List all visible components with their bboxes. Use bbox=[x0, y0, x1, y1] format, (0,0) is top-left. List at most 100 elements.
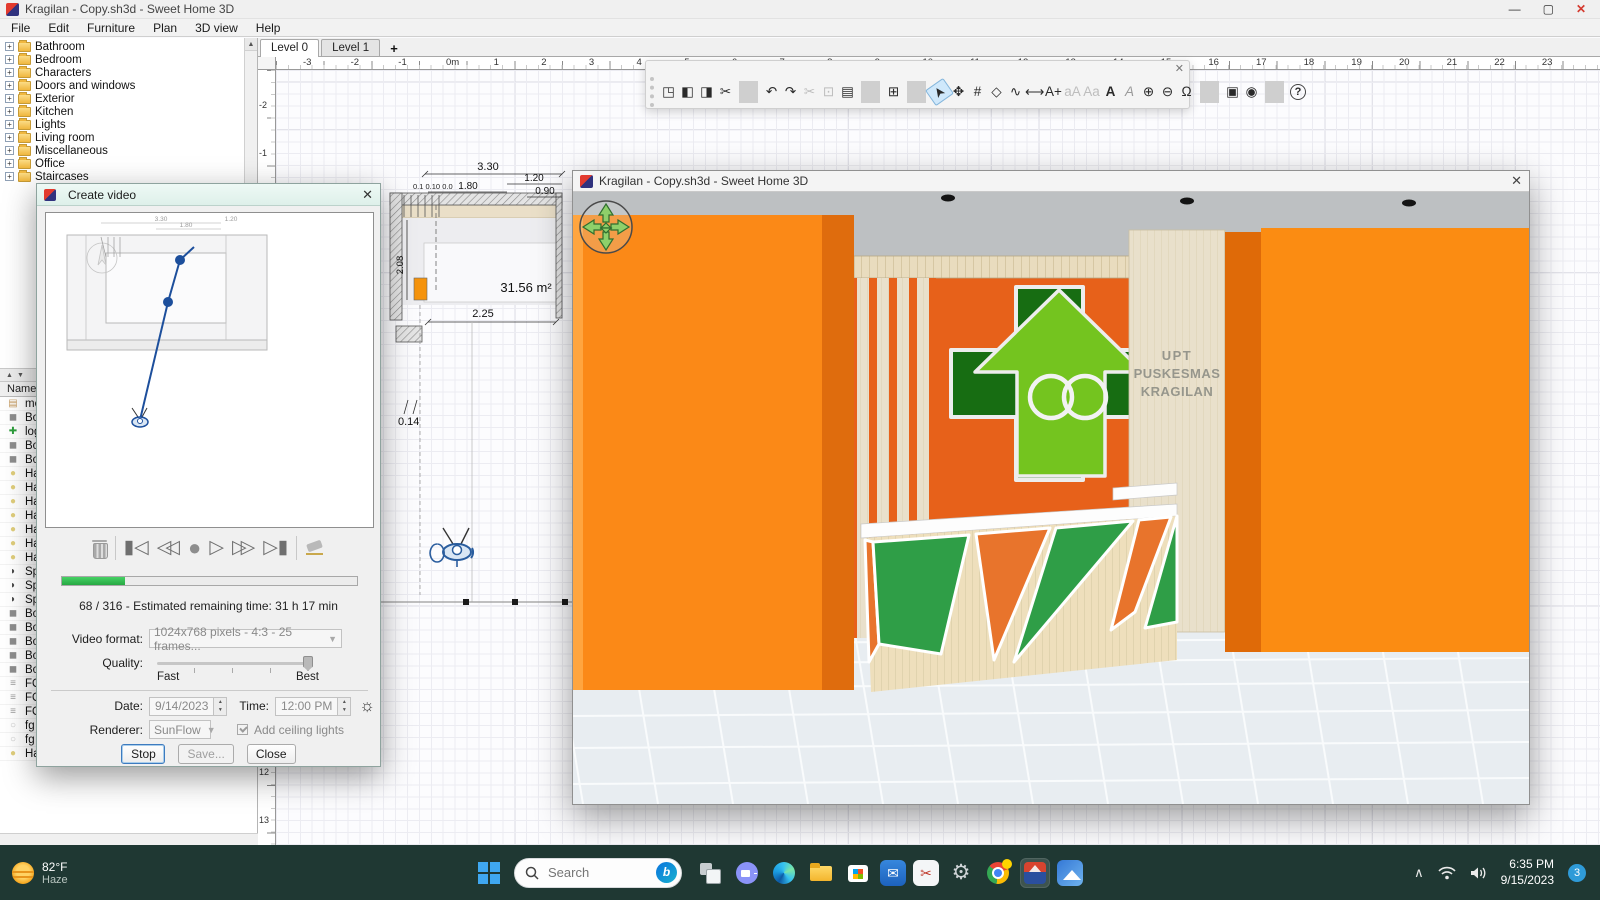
fast-forward-button[interactable]: ▷▷ bbox=[232, 536, 255, 560]
rewind-button[interactable]: ◁◁ bbox=[157, 536, 180, 560]
catalog-category[interactable]: Kitchen bbox=[0, 105, 245, 118]
3d-window-close-button[interactable]: ✕ bbox=[1511, 173, 1522, 189]
snipping-tool-icon[interactable]: ✂ bbox=[913, 860, 939, 886]
catalog-category[interactable]: Miscellaneous bbox=[0, 144, 245, 157]
menu-item[interactable]: Help bbox=[247, 21, 290, 35]
spinner[interactable]: ▲▼ bbox=[213, 698, 226, 715]
3d-scene-canvas[interactable]: UPT PUSKESMAS KRAGILAN bbox=[573, 192, 1529, 804]
expand-icon[interactable] bbox=[5, 107, 14, 116]
task-view-icon[interactable] bbox=[695, 858, 725, 888]
help-icon[interactable]: ? bbox=[1290, 84, 1306, 100]
toolbar-button[interactable] bbox=[1200, 81, 1219, 103]
slider-thumb[interactable] bbox=[303, 656, 313, 671]
scroll-up-icon[interactable]: ▲ bbox=[245, 38, 257, 51]
camera-path-point[interactable] bbox=[175, 255, 185, 265]
close-button[interactable]: ✕ bbox=[1576, 2, 1586, 16]
video-preview-plan[interactable]: 3.30 1.80 1.20 bbox=[45, 212, 374, 528]
zoom-in-icon[interactable]: ⊕ bbox=[1139, 81, 1158, 103]
3d-navigation-compass[interactable] bbox=[580, 201, 632, 253]
undo-icon[interactable]: ↶ bbox=[762, 81, 781, 103]
plan-edit-icon[interactable]: ✂ bbox=[716, 81, 735, 103]
maximize-button[interactable]: ▢ bbox=[1543, 2, 1554, 16]
create-dimension-icon[interactable]: ⟷ bbox=[1025, 81, 1044, 103]
create-rooms-icon[interactable]: ◇ bbox=[987, 81, 1006, 103]
splitter-down-icon[interactable]: ▼ bbox=[17, 372, 24, 379]
magnet-icon[interactable]: Ω bbox=[1177, 81, 1196, 103]
plan-column[interactable] bbox=[414, 278, 427, 300]
catalog-category[interactable]: Office bbox=[0, 157, 245, 170]
play-button[interactable]: ▷ bbox=[209, 536, 224, 560]
weather-widget[interactable]: 82°F Haze bbox=[12, 860, 132, 886]
toolbar-button[interactable] bbox=[739, 81, 758, 103]
catalog-category[interactable]: Bedroom bbox=[0, 53, 245, 66]
clock[interactable]: 6:35 PM 9/15/2023 bbox=[1501, 857, 1554, 888]
expand-icon[interactable] bbox=[5, 94, 14, 103]
increase-text-icon[interactable]: Aa bbox=[1082, 81, 1101, 103]
catalog-category[interactable]: Characters bbox=[0, 66, 245, 79]
wall-handle[interactable] bbox=[562, 599, 568, 605]
bing-icon[interactable]: b bbox=[656, 862, 677, 883]
toolbar-button[interactable] bbox=[1265, 81, 1284, 103]
toolbar-button[interactable] bbox=[861, 81, 880, 103]
add-furniture-icon[interactable]: ⊞ bbox=[884, 81, 903, 103]
redo-icon[interactable]: ↷ bbox=[781, 81, 800, 103]
chrome-icon[interactable] bbox=[983, 858, 1013, 888]
expand-icon[interactable] bbox=[5, 120, 14, 129]
copy-icon[interactable]: ⊡ bbox=[819, 81, 838, 103]
eraser-button[interactable] bbox=[305, 539, 325, 557]
expand-icon[interactable] bbox=[5, 172, 14, 181]
decrease-text-icon[interactable]: aA bbox=[1063, 81, 1082, 103]
teams-icon[interactable] bbox=[732, 858, 762, 888]
catalog-category[interactable]: Exterior bbox=[0, 92, 245, 105]
menu-item[interactable]: File bbox=[2, 21, 39, 35]
wall-handle[interactable] bbox=[512, 599, 518, 605]
video-icon[interactable]: ◉ bbox=[1242, 81, 1261, 103]
catalog-category[interactable]: Staircases bbox=[0, 170, 245, 183]
search-box[interactable]: b bbox=[514, 858, 682, 888]
close-dialog-button[interactable]: Close bbox=[247, 744, 296, 764]
quality-slider[interactable]: Fast Best bbox=[157, 656, 309, 682]
level-tab[interactable]: Level 1 bbox=[321, 39, 380, 56]
start-button[interactable] bbox=[477, 861, 501, 885]
add-text-icon[interactable]: A+ bbox=[1044, 81, 1063, 103]
wall-handle[interactable] bbox=[463, 599, 469, 605]
edge-icon[interactable] bbox=[769, 858, 799, 888]
palette-close-button[interactable]: ✕ bbox=[1175, 62, 1184, 75]
expand-icon[interactable] bbox=[5, 159, 14, 168]
splitter-up-icon[interactable]: ▲ bbox=[6, 372, 13, 379]
minimize-button[interactable]: — bbox=[1509, 2, 1521, 16]
expand-icon[interactable] bbox=[5, 81, 14, 90]
catalog-category[interactable]: Bathroom bbox=[0, 40, 245, 53]
ceiling-lights-checkbox[interactable] bbox=[237, 724, 248, 735]
photos-icon[interactable] bbox=[1057, 860, 1083, 886]
dialog-close-button[interactable]: ✕ bbox=[362, 187, 373, 203]
mini-camera-icon[interactable] bbox=[132, 408, 148, 427]
catalog-category[interactable]: Doors and windows bbox=[0, 79, 245, 92]
save-button[interactable]: Save... bbox=[178, 744, 233, 764]
store-icon[interactable] bbox=[843, 858, 873, 888]
bold-icon[interactable]: A bbox=[1101, 81, 1120, 103]
media-button[interactable] bbox=[296, 536, 297, 560]
sweet-home-3d-icon[interactable] bbox=[1020, 858, 1050, 888]
level-tab[interactable]: Level 0 bbox=[260, 39, 319, 57]
skip-start-button[interactable]: ▮◁ bbox=[124, 536, 149, 560]
expand-icon[interactable] bbox=[5, 146, 14, 155]
toolbar-button[interactable] bbox=[907, 81, 926, 103]
file-explorer-icon[interactable] bbox=[806, 858, 836, 888]
create-polyline-icon[interactable]: ∿ bbox=[1006, 81, 1025, 103]
delete-frames-button[interactable] bbox=[92, 539, 107, 558]
date-field[interactable]: 9/14/2023 ▲▼ bbox=[149, 697, 227, 716]
search-input[interactable] bbox=[546, 864, 641, 881]
menu-item[interactable]: Edit bbox=[39, 21, 78, 35]
speaker-icon[interactable] bbox=[1470, 866, 1487, 880]
expand-icon[interactable] bbox=[5, 42, 14, 51]
camera-icon[interactable] bbox=[430, 528, 473, 567]
skip-end-button[interactable]: ▷▮ bbox=[263, 536, 288, 560]
time-field[interactable]: 12:00 PM ▲▼ bbox=[275, 697, 351, 716]
paste-icon[interactable]: ▤ bbox=[838, 81, 857, 103]
wifi-icon[interactable] bbox=[1438, 866, 1456, 880]
notification-badge[interactable]: 3 bbox=[1568, 864, 1586, 882]
video-format-select[interactable]: 1024x768 pixels - 4:3 - 25 frames...▼ bbox=[149, 629, 342, 648]
menu-item[interactable]: Furniture bbox=[78, 21, 144, 35]
import-furniture-icon[interactable]: ◧ bbox=[678, 81, 697, 103]
